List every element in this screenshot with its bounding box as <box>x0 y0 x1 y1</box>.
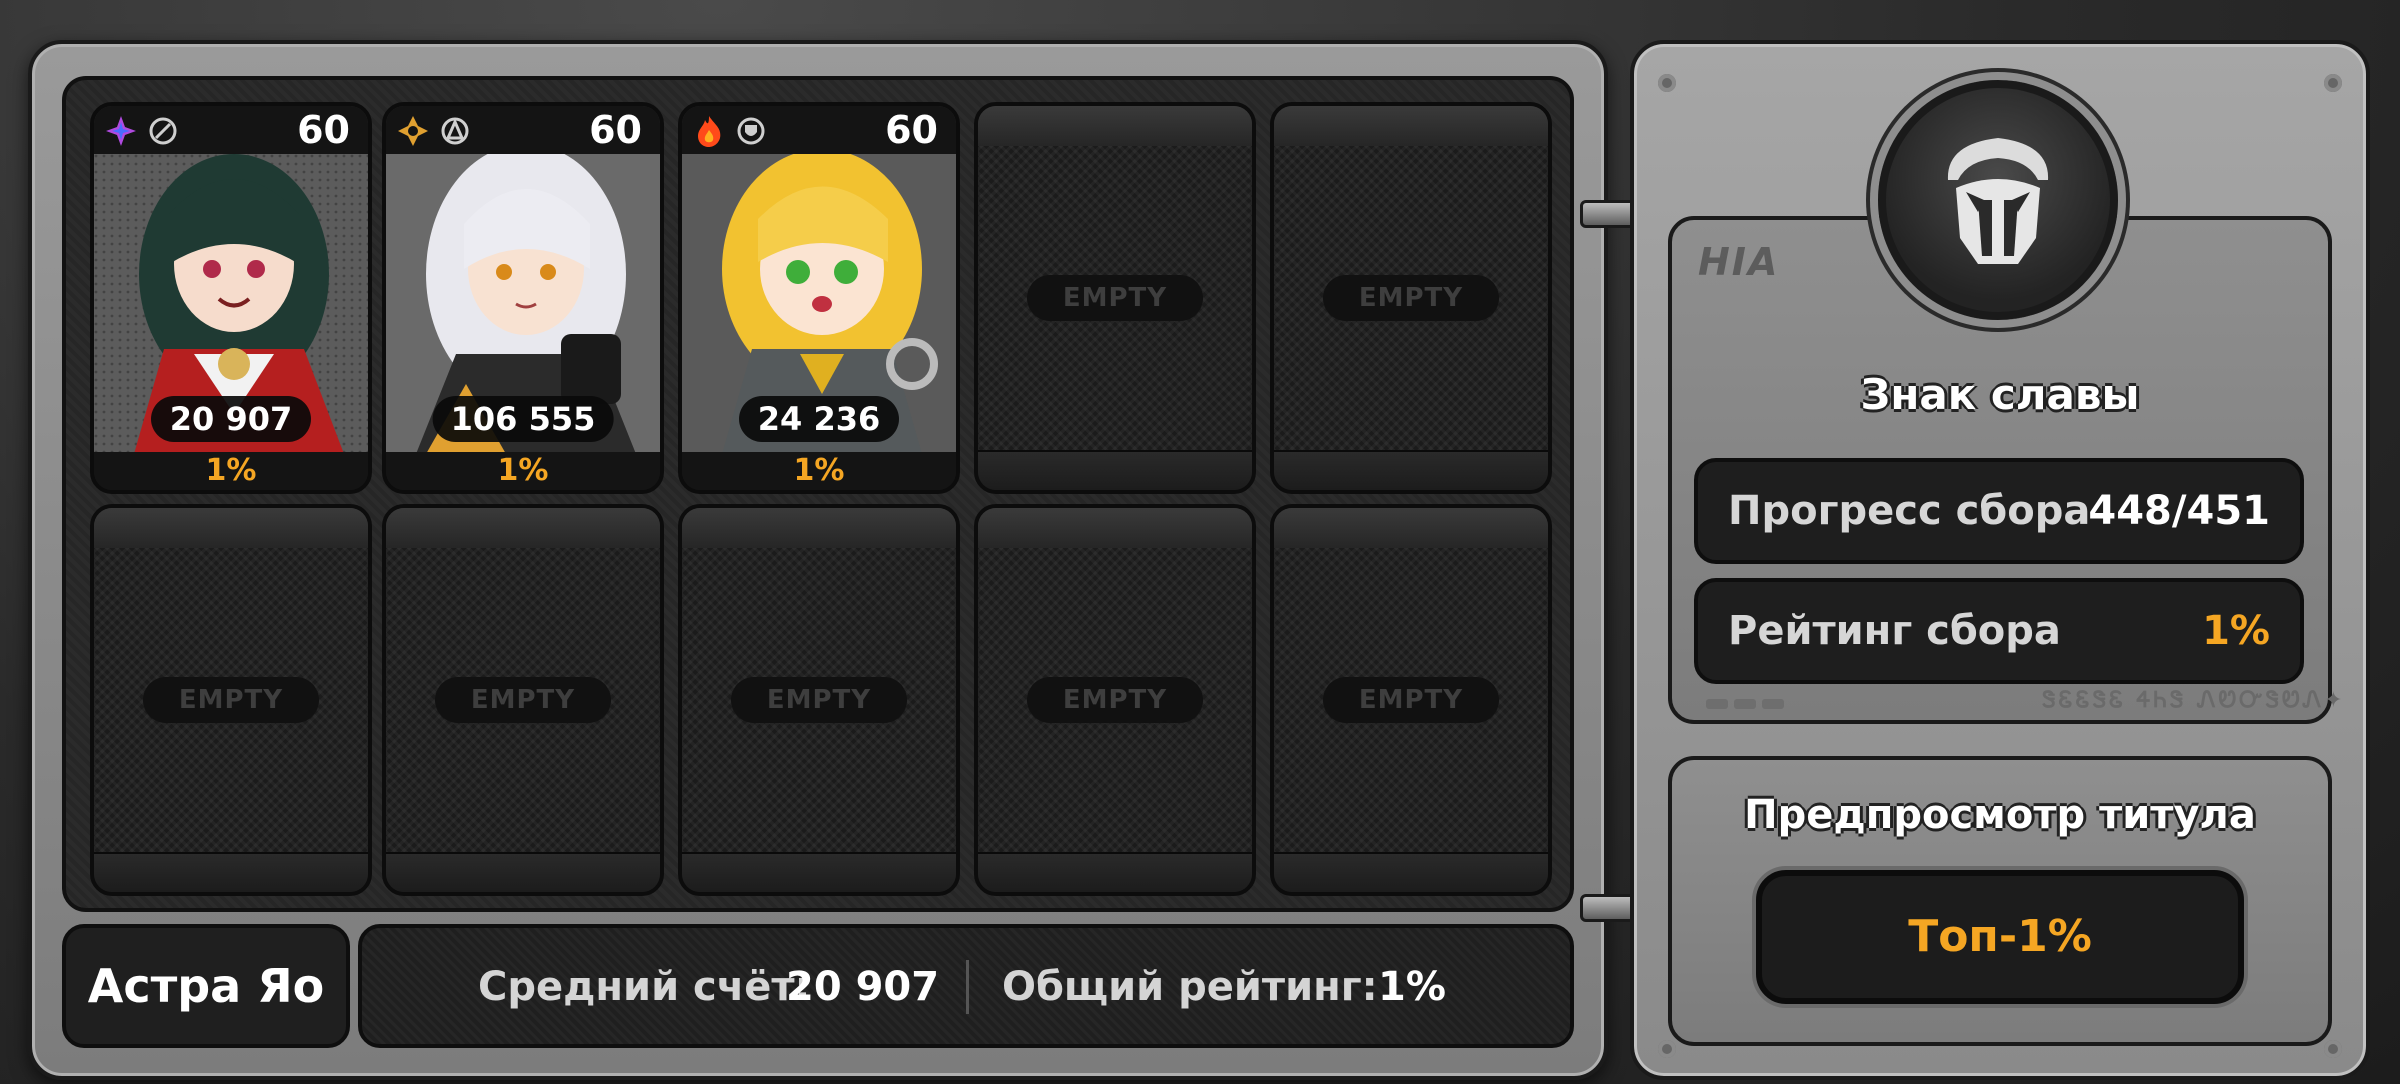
collection-rank-value: 1% <box>2202 608 2270 654</box>
rivet <box>1658 1040 1676 1058</box>
badge-emblem[interactable] <box>1878 80 2118 320</box>
title-preview-heading: Предпросмотр титула <box>1744 792 2256 838</box>
character-score: 24 236 <box>739 396 899 442</box>
title-preview-value[interactable]: Топ-1% <box>1756 870 2244 1004</box>
character-level: 60 <box>589 108 642 152</box>
overall-rank-value: 1% <box>1378 964 1446 1010</box>
collection-progress-row: Прогресс сбора 448/451 <box>1694 458 2304 564</box>
character-level: 60 <box>885 108 938 152</box>
physical-icon <box>398 116 428 146</box>
badge-name: Знак славы <box>1860 370 2140 419</box>
collection-rank-row: Рейтинг сбора 1% <box>1694 578 2304 684</box>
collection-rank-label: Рейтинг сбора <box>1728 608 2061 654</box>
helmet-icon <box>1947 138 2049 264</box>
character-card[interactable]: 60 106 555 1% <box>382 102 664 494</box>
empty-slot[interactable]: EMPTY <box>1270 504 1552 896</box>
collection-progress-label: Прогресс сбора <box>1728 488 2091 534</box>
ether-icon <box>106 116 136 146</box>
avg-score-value: 20 907 <box>786 964 940 1010</box>
card-header: 60 <box>386 106 660 154</box>
empty-label: EMPTY <box>1323 275 1499 321</box>
empty-label: EMPTY <box>731 677 907 723</box>
empty-label: EMPTY <box>143 677 319 723</box>
stats-divider <box>966 960 969 1014</box>
defense-icon <box>737 117 765 145</box>
character-percent: 1% <box>386 452 660 490</box>
empty-label: EMPTY <box>1027 677 1203 723</box>
character-percent: 1% <box>94 452 368 490</box>
rivet <box>2324 74 2342 92</box>
empty-slot[interactable]: EMPTY <box>1270 102 1552 494</box>
character-score: 20 907 <box>151 396 311 442</box>
empty-slot[interactable]: EMPTY <box>974 504 1256 896</box>
character-card[interactable]: 60 24 236 1% <box>678 102 960 494</box>
card-header: 60 <box>94 106 368 154</box>
rivet <box>2324 1040 2342 1058</box>
empty-slot[interactable]: EMPTY <box>678 504 960 896</box>
stats-bar: Средний счёт: 20 907 Общий рейтинг: 1% <box>358 924 1574 1048</box>
rivet <box>1658 74 1676 92</box>
character-percent: 1% <box>682 452 956 490</box>
empty-slot[interactable]: EMPTY <box>974 102 1256 494</box>
character-score: 106 555 <box>432 396 614 442</box>
card-header: 60 <box>682 106 956 154</box>
player-name: Астра Яо <box>62 924 350 1048</box>
character-level: 60 <box>297 108 350 152</box>
decorative-glyphs: ᏕᏋᏋᏕᏋ ᏎᏂᏕ ᏁᏬᏅᏕᏬᏁ✦ <box>2042 688 2346 713</box>
empty-label: EMPTY <box>435 677 611 723</box>
collection-progress-value: 448/451 <box>2088 488 2270 534</box>
hia-logo: HIA <box>1698 240 1780 284</box>
support-icon <box>149 117 177 145</box>
attack-icon <box>441 117 469 145</box>
empty-slot[interactable]: EMPTY <box>90 504 372 896</box>
avg-score-label: Средний счёт: <box>478 964 811 1010</box>
overall-rank-label: Общий рейтинг: <box>1002 964 1378 1010</box>
fire-icon <box>698 116 721 147</box>
decorative-bars <box>1706 694 1790 713</box>
empty-slot[interactable]: EMPTY <box>382 504 664 896</box>
character-card[interactable]: 60 20 907 1% <box>90 102 372 494</box>
empty-label: EMPTY <box>1323 677 1499 723</box>
empty-label: EMPTY <box>1027 275 1203 321</box>
